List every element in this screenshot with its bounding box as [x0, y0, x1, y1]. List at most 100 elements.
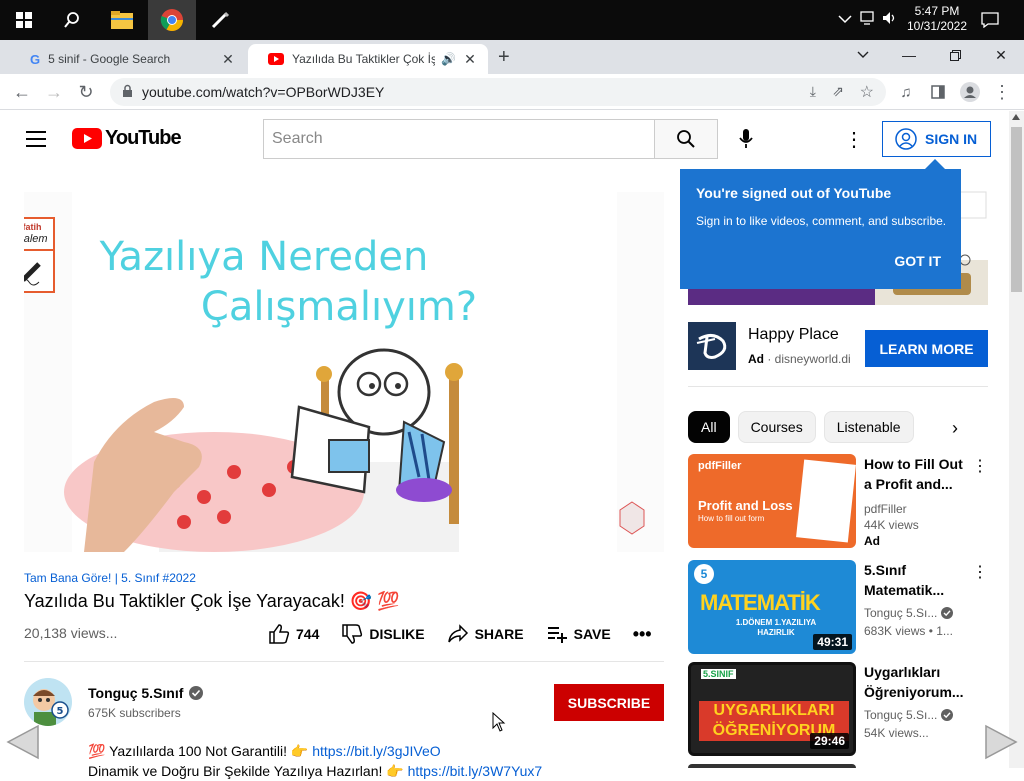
subscribe-button[interactable]: SUBSCRIBE	[554, 684, 664, 721]
rec-title[interactable]: How to Fill Out a Profit and...	[864, 454, 964, 494]
reload-icon[interactable]: ↻	[72, 78, 100, 106]
channel-avatar[interactable]: 5	[24, 678, 72, 726]
search-button[interactable]	[654, 119, 718, 159]
tab-title: Yazılıda Bu Taktikler Çok İşe Yarayacak!…	[292, 52, 436, 66]
video-thumbnail[interactable]: 5 MATEMATİK 1.DÖNEM 1.YAZILIYA HAZIRLIK …	[688, 560, 856, 654]
close-tab-icon[interactable]: ✕	[220, 51, 236, 68]
recommendation-item[interactable]: 5 MATEMATİK 1.DÖNEM 1.YAZILIYA HAZIRLIK …	[688, 560, 988, 654]
like-count: 744	[296, 626, 320, 642]
media-control-icon[interactable]: ♫	[892, 78, 920, 106]
lock-icon[interactable]	[122, 84, 133, 101]
learn-more-label: LEARN MORE	[879, 340, 974, 357]
file-explorer-icon[interactable]	[98, 0, 146, 40]
channel-name[interactable]: Tonguç 5.Sınıf	[88, 685, 204, 701]
network-icon[interactable]	[860, 10, 876, 30]
scroll-up-arrow-icon[interactable]	[1012, 114, 1020, 120]
rec-channel[interactable]: Tonguç 5.Sı...	[864, 606, 954, 620]
previous-arrow-icon[interactable]	[4, 722, 44, 762]
account-icon	[895, 128, 917, 150]
restore-icon[interactable]	[932, 40, 978, 70]
video-thumbnail[interactable]: pdfFiller Profit and Loss How to fill ou…	[688, 454, 856, 548]
share-page-icon[interactable]: ⇗	[832, 83, 844, 100]
description-link-2[interactable]: https://bit.ly/3W7Yux7	[408, 763, 543, 779]
rec-more-icon[interactable]: ⋮	[972, 562, 988, 582]
chip-courses[interactable]: Courses	[737, 411, 816, 443]
pen-tool-icon[interactable]	[196, 0, 244, 40]
learn-more-button[interactable]: LEARN MORE	[865, 330, 988, 367]
search-input[interactable]: Search	[263, 119, 655, 159]
voice-search-button[interactable]	[726, 119, 766, 159]
save-button[interactable]: SAVE	[546, 623, 611, 645]
more-actions-icon[interactable]: •••	[633, 624, 652, 645]
share-icon	[447, 624, 468, 643]
sidebar-ad[interactable]: Happy Place Ad · disneyworld.di LEARN MO…	[688, 320, 988, 376]
scrollbar-thumb[interactable]	[1011, 127, 1022, 292]
hamburger-menu-icon[interactable]	[26, 131, 46, 152]
video-thumbnail[interactable]: 5.SINIF UYGARLIKLARI ÖĞRENİYORUM 29:46	[688, 662, 856, 756]
got-it-button[interactable]: GOT IT	[894, 253, 941, 269]
video-player[interactable]: Yazılıya Nereden Çalışmalıyım? fatih Kal…	[24, 192, 664, 552]
chip-all[interactable]: All	[688, 411, 730, 443]
bookmark-star-icon[interactable]: ☆	[860, 82, 874, 102]
forward-icon[interactable]: →	[40, 78, 68, 106]
youtube-logo[interactable]: YouTube	[72, 127, 182, 150]
next-thumbnail-peek	[688, 764, 856, 768]
audio-playing-icon[interactable]: 🔊	[441, 52, 456, 66]
volume-icon[interactable]	[882, 11, 898, 30]
install-icon[interactable]: ⤓	[810, 83, 816, 100]
verified-check-icon	[941, 607, 954, 619]
new-tab-icon[interactable]: +	[498, 46, 510, 69]
description-line-2: Dinamik ve Doğru Bir Şekilde Yazılıya Ha…	[88, 761, 648, 781]
side-panel-icon[interactable]	[924, 78, 952, 106]
notification-icon[interactable]	[968, 0, 1012, 40]
rec-channel[interactable]: Tonguç 5.Sı...	[864, 708, 954, 722]
rec-more-icon[interactable]: ⋮	[972, 456, 988, 476]
search-icon[interactable]	[48, 0, 96, 40]
recommendation-item[interactable]: 5.SINIF UYGARLIKLARI ÖĞRENİYORUM 29:46 U…	[688, 662, 988, 756]
rec-channel[interactable]: pdfFiller	[864, 502, 907, 516]
share-label: SHARE	[474, 626, 524, 642]
dislike-label: DISLIKE	[369, 626, 425, 642]
filter-chips: All Courses Listenable	[688, 411, 914, 443]
subscribe-label: SUBSCRIBE	[567, 694, 651, 711]
view-count[interactable]: 20,138 views...	[24, 625, 117, 641]
next-arrow-icon[interactable]	[980, 722, 1020, 762]
like-button[interactable]: 744	[268, 623, 319, 645]
chrome-menu-icon[interactable]: ⋮	[988, 78, 1016, 106]
taskbar-clock[interactable]: 5:47 PM 10/31/2022	[902, 4, 972, 34]
share-button[interactable]: SHARE	[447, 623, 524, 645]
dislike-button[interactable]: DISLIKE	[341, 623, 425, 645]
video-hashtags[interactable]: Tam Bana Göre! | 5. Sınıf #2022	[24, 571, 664, 585]
youtube-wordmark: YouTube	[105, 127, 182, 149]
ad-title: Happy Place	[748, 326, 839, 343]
close-tab-icon[interactable]: ✕	[462, 51, 478, 68]
youtube-play-logo-icon	[72, 128, 102, 149]
rec-ad-badge: Ad	[864, 534, 880, 548]
fatih-label: fatih	[24, 222, 42, 232]
tab-youtube[interactable]: Yazılıda Bu Taktikler Çok İşe Yarayacak!…	[248, 44, 488, 74]
page-scrollbar[interactable]	[1009, 111, 1024, 768]
chip-listenable[interactable]: Listenable	[823, 411, 914, 443]
chevron-right-icon[interactable]: ›	[952, 418, 958, 439]
address-bar[interactable]: youtube.com/watch?v=OPBorWDJ3EY ⤓ ⇗ ☆	[110, 78, 886, 106]
rec-channel-name: Tonguç 5.Sı...	[864, 708, 938, 722]
tab-search-icon[interactable]	[840, 40, 886, 70]
recommendation-item[interactable]: pdfFiller Profit and Loss How to fill ou…	[688, 454, 988, 548]
close-window-icon[interactable]: ✕	[978, 40, 1024, 70]
back-icon[interactable]: ←	[8, 78, 36, 106]
chevron-up-icon[interactable]	[838, 11, 852, 29]
search-icon	[677, 130, 695, 148]
chrome-taskbar-icon[interactable]	[148, 0, 196, 40]
minimize-icon[interactable]: —	[886, 40, 932, 70]
sign-in-button[interactable]: SIGN IN	[882, 121, 991, 157]
profile-icon[interactable]	[956, 78, 984, 106]
rec-title[interactable]: 5.Sınıf Matematik...	[864, 560, 964, 600]
thumb-title: Profit and Loss	[698, 498, 793, 513]
description-link-1[interactable]: https://bit.ly/3gJIVeO	[312, 743, 440, 759]
tab-google-search[interactable]: G 5 sinif - Google Search ✕	[10, 44, 246, 74]
rec-title[interactable]: Uygarlıkları Öğreniyorum...	[864, 662, 964, 702]
fatih-kalem-overlay[interactable]: fatih Kalem	[24, 217, 55, 293]
thumb-subtitle: How to fill out form	[698, 514, 765, 523]
settings-kebab-icon[interactable]: ⋮	[842, 127, 866, 151]
windows-start-icon[interactable]	[0, 0, 48, 40]
